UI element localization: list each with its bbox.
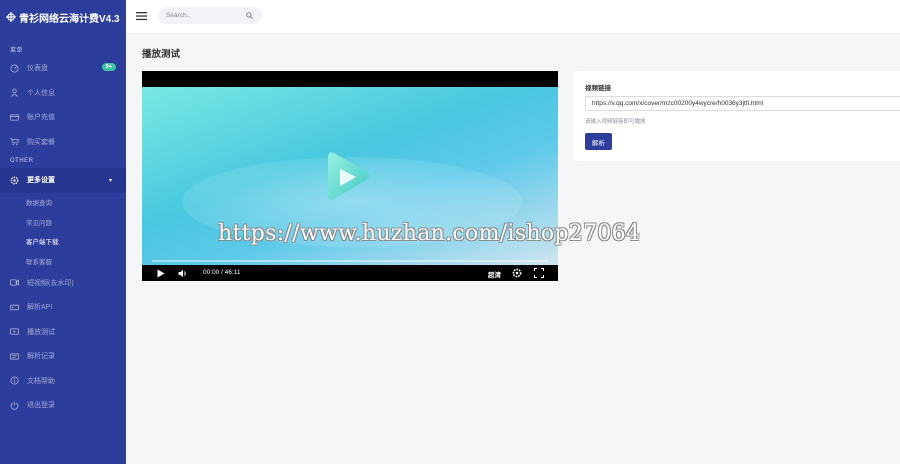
sidebar-item-help[interactable]: 文档帮助 bbox=[0, 369, 126, 394]
sidebar-item-play-test[interactable]: 播放测试 bbox=[0, 320, 126, 345]
volume-icon[interactable] bbox=[178, 269, 188, 278]
power-icon bbox=[10, 401, 19, 410]
sidebar-item-logout[interactable]: 退出登录 bbox=[0, 393, 126, 418]
sidebar-item-buy-plan[interactable]: 购买套餐 bbox=[0, 130, 126, 155]
chevron-down-icon: ▾ bbox=[108, 177, 112, 184]
video-progress-bar[interactable] bbox=[152, 260, 548, 262]
api-icon bbox=[10, 304, 19, 310]
sidebar-item-label: 个人信息 bbox=[27, 89, 55, 97]
play-icon[interactable] bbox=[157, 269, 165, 278]
logo-icon bbox=[6, 12, 16, 22]
credit-card-icon bbox=[10, 114, 19, 121]
dashboard-icon bbox=[10, 64, 19, 73]
brand[interactable]: 青衫网络云海计费V4.3 bbox=[0, 0, 126, 34]
sidebar-item-label: 播放测试 bbox=[27, 328, 55, 336]
sidebar-item-label: 退出登录 bbox=[27, 402, 55, 410]
hamburger-menu-icon[interactable] bbox=[136, 11, 147, 21]
sidebar-item-label: 解析API bbox=[27, 304, 53, 312]
watermark-text: https://www.huzhan.com/ishop27064 bbox=[218, 221, 641, 246]
sidebar-item-parse-api[interactable]: 解析API bbox=[0, 295, 126, 320]
sidebar-item-label: 仪表盘 bbox=[27, 65, 48, 73]
parse-button[interactable]: 解析 bbox=[585, 133, 612, 150]
notification-badge: 9+ bbox=[101, 63, 116, 71]
section-label-other: OTHER bbox=[10, 158, 34, 164]
gear-icon bbox=[10, 176, 19, 185]
sidebar-item-label: 账户充值 bbox=[27, 114, 55, 122]
sidebar-item-label: 更多设置 bbox=[27, 177, 55, 185]
video-player[interactable]: 00:00 / 46:11 超清 bbox=[142, 71, 558, 281]
video-url-hint: 请输入视频链接即可播放 bbox=[585, 119, 646, 125]
sidebar-item-label: 购买套餐 bbox=[27, 138, 55, 146]
sidebar-item-parse-records[interactable]: 解析记录 bbox=[0, 344, 126, 369]
sidebar-item-recharge[interactable]: 账户充值 bbox=[0, 105, 126, 130]
play-test-icon bbox=[10, 328, 19, 335]
video-play-logo-icon[interactable] bbox=[316, 147, 378, 209]
sidebar-subitem-client-download[interactable]: 客户端下载 bbox=[0, 232, 126, 252]
fullscreen-icon[interactable] bbox=[534, 268, 544, 278]
sidebar-item-short-video[interactable]: 短视频(去水印) bbox=[0, 271, 126, 296]
video-time: 00:00 / 46:11 bbox=[203, 269, 241, 276]
user-icon bbox=[10, 88, 19, 98]
page-title: 播放测试 bbox=[142, 49, 181, 60]
section-label-main: 菜单 bbox=[10, 47, 24, 54]
video-controls: 00:00 / 46:11 超清 bbox=[142, 265, 558, 281]
sidebar-subitem-faq[interactable]: 常见问题 bbox=[0, 212, 126, 232]
search-icon[interactable] bbox=[246, 12, 253, 19]
sidebar-subitem-contact[interactable]: 联系客服 bbox=[0, 251, 126, 271]
sidebar-item-label: 短视频(去水印) bbox=[27, 279, 74, 287]
parse-form-card: 视频链接 请输入视频链接即可播放 解析 bbox=[574, 71, 900, 161]
settings-icon[interactable] bbox=[512, 268, 522, 278]
video-icon bbox=[10, 279, 19, 286]
search-box bbox=[158, 7, 262, 24]
quality-button[interactable]: 超清 bbox=[488, 269, 501, 279]
sidebar-item-dashboard[interactable]: 仪表盘 9+ bbox=[0, 56, 126, 81]
video-url-input[interactable] bbox=[585, 96, 900, 111]
sidebar-subitem-data-query[interactable]: 数据查询 bbox=[0, 193, 126, 213]
sidebar: 青衫网络云海计费V4.3 菜单 仪表盘 9+ 个人信息 账户充值 购买套餐 OT… bbox=[0, 0, 126, 464]
video-url-label: 视频链接 bbox=[585, 85, 611, 92]
brand-title: 青衫网络云海计费V4.3 bbox=[19, 13, 120, 25]
sidebar-item-more-settings[interactable]: 更多设置 ▾ bbox=[0, 168, 126, 193]
help-icon bbox=[10, 376, 19, 385]
sidebar-item-profile[interactable]: 个人信息 bbox=[0, 81, 126, 106]
sidebar-item-label: 解析记录 bbox=[27, 353, 55, 361]
topbar bbox=[126, 0, 900, 34]
record-icon bbox=[10, 353, 19, 360]
search-input[interactable] bbox=[166, 12, 242, 19]
sidebar-item-label: 文档帮助 bbox=[27, 377, 55, 385]
shopping-cart-icon bbox=[10, 138, 19, 146]
